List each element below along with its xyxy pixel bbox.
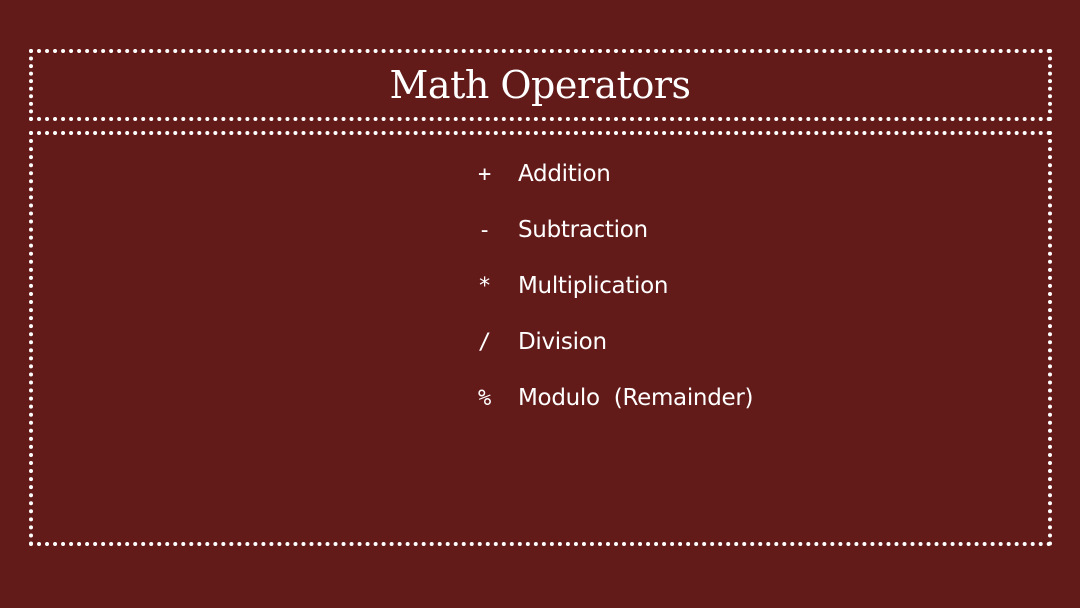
operator-symbol: % — [478, 385, 492, 411]
list-item-addition: + Addition — [478, 146, 753, 202]
operator-symbol: + — [478, 161, 492, 187]
operator-label: Multiplication — [518, 273, 669, 299]
operator-symbol: / — [478, 329, 492, 355]
list-item-multiplication: * Multiplication — [478, 258, 753, 314]
list-item-modulo: % Modulo (Remainder) — [478, 370, 754, 426]
operator-label: Addition — [518, 161, 611, 187]
slide: { "title": "Math Operators", "operators"… — [0, 0, 1080, 608]
operator-symbol: - — [478, 217, 492, 243]
list-item-division: / Division — [478, 314, 753, 370]
slide-title: Math Operators — [389, 63, 692, 107]
operator-symbol: * — [478, 273, 492, 299]
operator-list: + Addition - Subtraction * Multiplicatio… — [478, 146, 754, 426]
operator-label: Modulo (Remainder) — [518, 385, 754, 411]
list-item-subtraction: - Subtraction — [478, 202, 753, 258]
operator-label: Subtraction — [518, 217, 648, 243]
operator-label: Division — [518, 329, 607, 355]
